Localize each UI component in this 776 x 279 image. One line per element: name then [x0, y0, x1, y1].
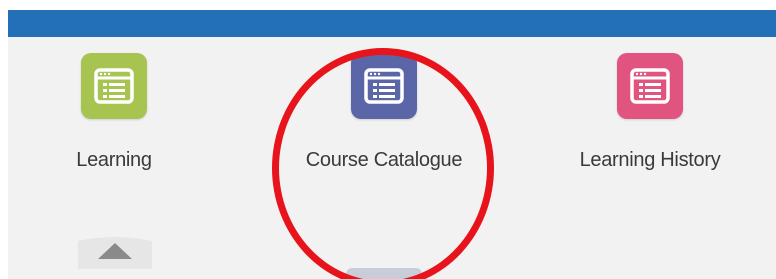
learning-history-tile-icon-box [617, 53, 683, 119]
list-window-icon [364, 68, 404, 104]
course-catalogue-tile-icon-box [351, 53, 417, 119]
course-catalogue-tab-indicator [346, 268, 422, 279]
tile-course-catalogue[interactable]: Course Catalogue [276, 53, 492, 172]
learning-tile-icon-box [81, 53, 147, 119]
tile-learning[interactable]: Learning [74, 53, 154, 172]
tile-learning-history-label: Learning History [579, 149, 721, 171]
header-bar [8, 10, 776, 37]
app-frame: Learning Course Catalogue Learning Histo… [0, 0, 776, 279]
tile-learning-label: Learning [76, 149, 152, 171]
list-window-icon [94, 68, 134, 104]
tile-course-catalogue-label: Course Catalogue [305, 149, 463, 171]
tile-learning-history[interactable]: Learning History [560, 53, 740, 172]
selected-tile-indicator [74, 229, 156, 269]
list-window-icon [630, 68, 670, 104]
caret-up-icon [78, 237, 152, 269]
